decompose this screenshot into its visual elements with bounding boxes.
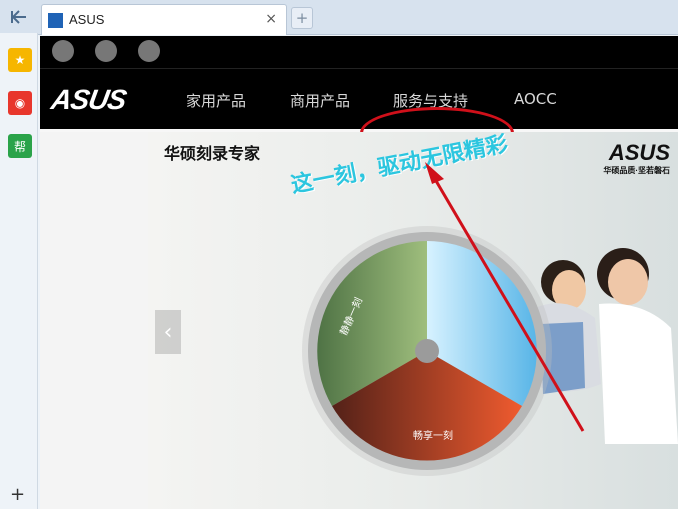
weibo-icon[interactable] xyxy=(52,40,74,62)
asus-favicon-icon xyxy=(48,13,63,28)
banner-slogan: 这一刻，驱动无限精彩 xyxy=(289,132,510,199)
tab-title: ASUS xyxy=(69,12,105,27)
add-button[interactable]: + xyxy=(10,484,25,505)
left-page-area xyxy=(40,132,148,509)
asus-webpage: ASUS 家用产品 商用产品 服务与支持 AOCC 华硕刻录专家 ASUS 华硕… xyxy=(40,36,678,509)
brand-caption: 华硕品质·坚若磐石 xyxy=(603,166,670,175)
wheel-label-enjoy: 畅享一刻 xyxy=(413,429,453,442)
sidebar-top xyxy=(0,0,38,33)
main-navigation: ASUS 家用产品 商用产品 服务与支持 AOCC xyxy=(40,68,678,159)
tab-close-button[interactable]: × xyxy=(265,11,277,27)
weibo-icon[interactable]: ◉ xyxy=(8,91,32,115)
nav-aocc[interactable]: AOCC xyxy=(514,90,557,108)
asus-logo[interactable]: ASUS xyxy=(49,84,149,115)
renren-icon[interactable] xyxy=(95,40,117,62)
banner-brand-mark: ASUS 华硕品质·坚若磐石 xyxy=(598,140,670,176)
nav-home-products[interactable]: 家用产品 xyxy=(186,90,246,111)
new-tab-button[interactable]: + xyxy=(291,7,313,29)
star-icon[interactable]: ★ xyxy=(8,48,32,72)
social-strip xyxy=(40,36,678,68)
carousel-prev-button[interactable]: ‹ xyxy=(155,310,181,354)
hero-banner[interactable]: 华硕刻录专家 ASUS 华硕品质·坚若磐石 这一刻，驱动无限精彩 静静一刻 畅享… xyxy=(148,132,678,509)
wechat-icon[interactable] xyxy=(138,40,160,62)
banner-title: 华硕刻录专家 xyxy=(164,144,261,163)
browser-sidebar: ★ ◉ 帮 + xyxy=(0,0,38,509)
back-icon[interactable] xyxy=(11,9,27,24)
tab-asus[interactable]: ASUS × xyxy=(41,4,287,35)
nav-business-products[interactable]: 商用产品 xyxy=(290,90,350,111)
wheel-graphic: 静静一刻 畅享一刻 xyxy=(317,241,537,461)
help-button[interactable]: 帮 xyxy=(8,134,32,158)
tab-bar: ASUS × + xyxy=(38,0,678,35)
feature-wheel[interactable]: 静静一刻 畅享一刻 xyxy=(308,232,546,470)
